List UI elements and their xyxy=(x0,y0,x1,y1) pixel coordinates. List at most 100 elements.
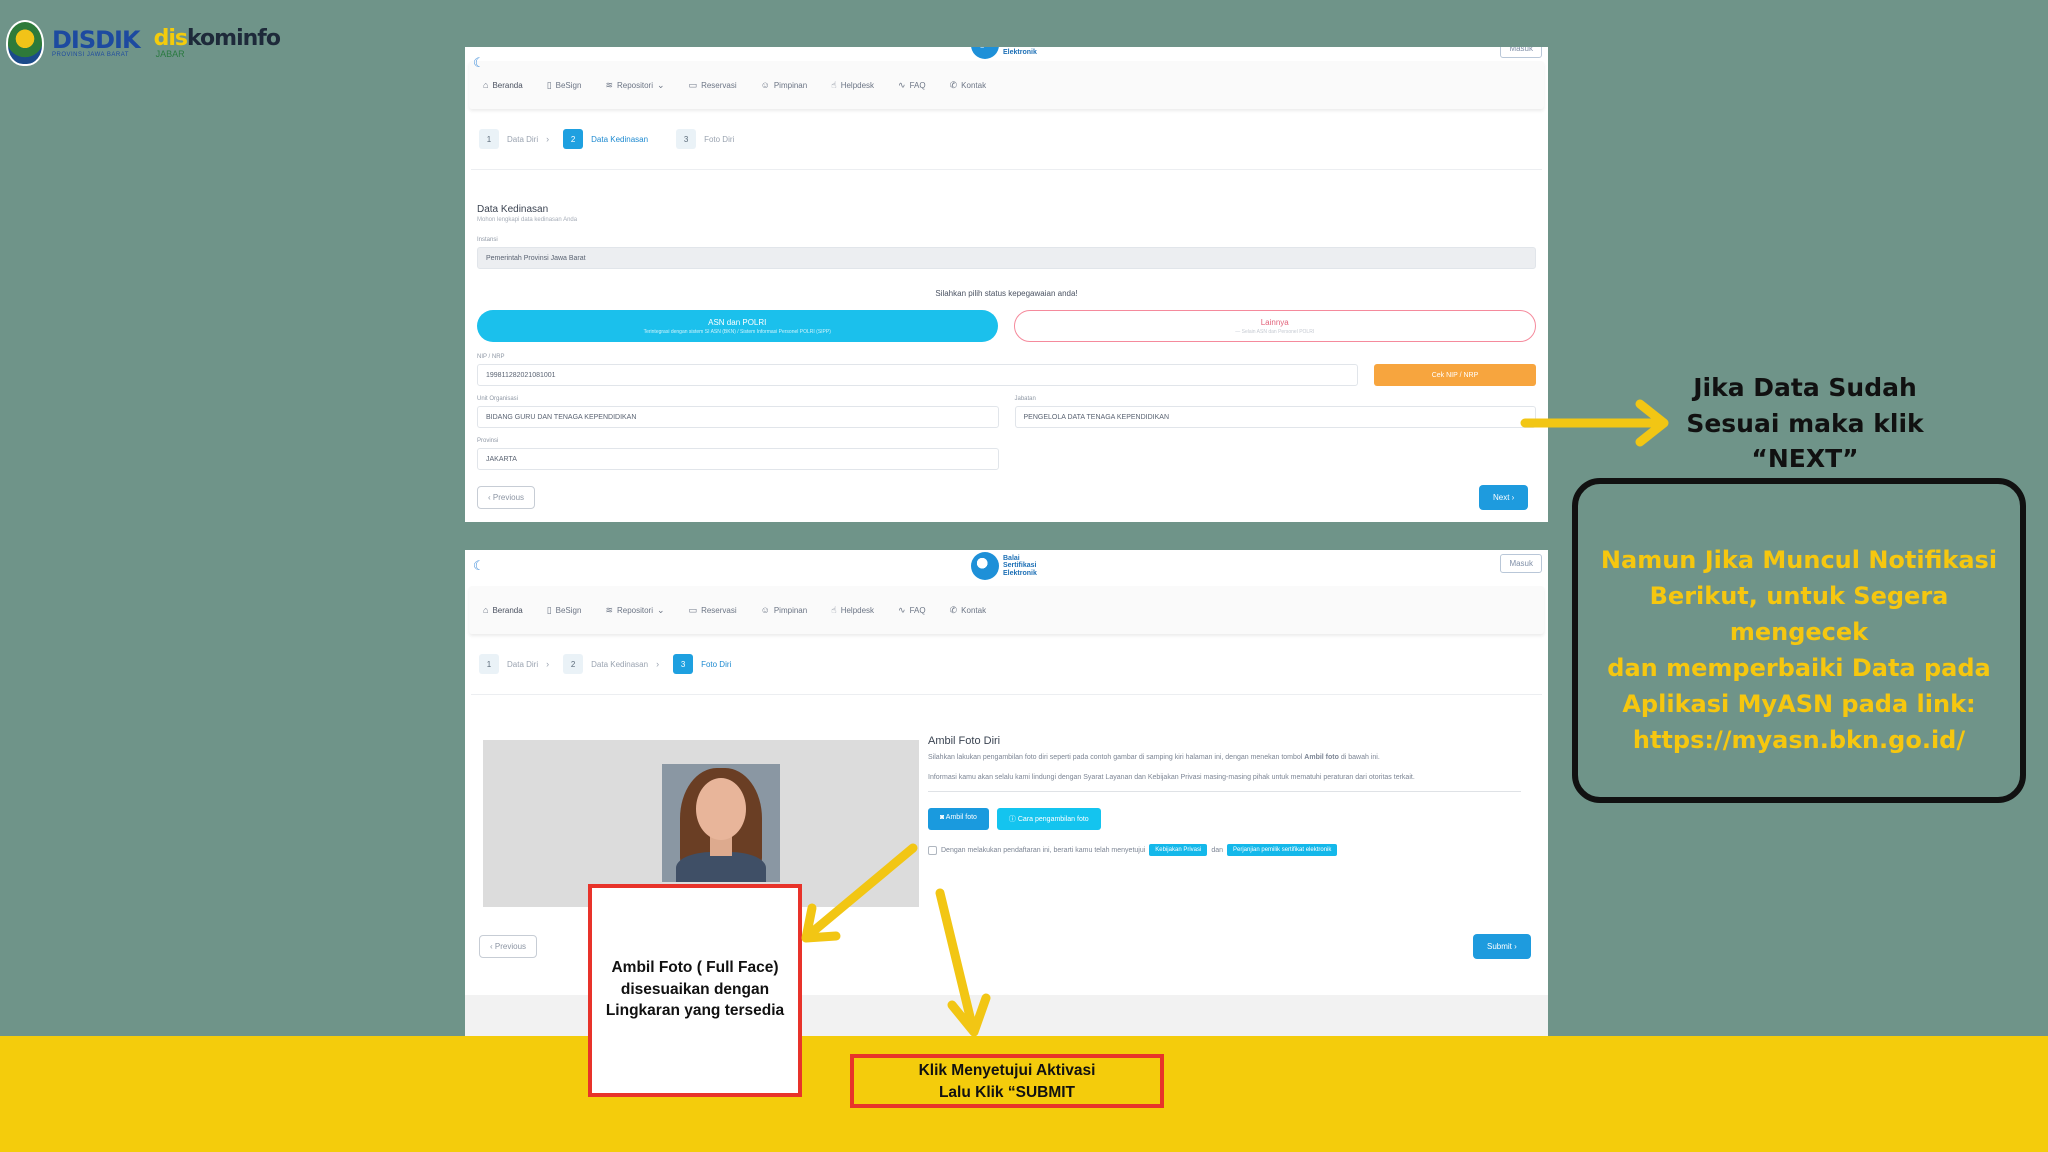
provinsi-column: Provinsi JAKARTA xyxy=(477,428,999,470)
step-number: 2 xyxy=(563,654,584,674)
logo-group: DISDIK PROVINSI JAWA BARAT diskominfo JA… xyxy=(6,20,281,66)
nav-item-beranda[interactable]: ⌂ Beranda xyxy=(483,80,523,90)
nav-label: Pimpinan xyxy=(773,80,808,90)
step-foto-diri[interactable]: 3 Foto Diri xyxy=(676,129,734,149)
instansi-label: Instansi xyxy=(477,237,498,243)
foto-instructions: Ambil Foto Diri Silahkan lakukan pengamb… xyxy=(928,735,1521,857)
theme-toggle-moon-icon[interactable]: ☾ xyxy=(473,558,485,574)
myasn-link[interactable]: https://myasn.bkn.go.id/ xyxy=(1578,722,2020,758)
brand-line-2: Sertifikasi xyxy=(1003,562,1037,570)
photo-guide-button[interactable]: ⓘ Cara pengambilan foto xyxy=(996,808,1101,831)
nav-item-helpdesk[interactable]: ☝ Helpdesk xyxy=(831,605,874,616)
jabatan-field[interactable]: PENGELOLA DATA TENAGA KEPENDIDIKAN xyxy=(1014,406,1536,428)
notification-line-2: Berikut, untuk Segera mengecek xyxy=(1649,582,1949,646)
step-number: 1 xyxy=(479,654,499,674)
unit-field[interactable]: BIDANG GURU DAN TENAGA KEPENDIDIKAN xyxy=(477,406,999,428)
home-icon: ⌂ xyxy=(483,80,489,90)
nav-label: Helpdesk xyxy=(840,80,875,90)
nav-label: BeSign xyxy=(555,80,582,90)
next-instruction: Jika Data Sudah Sesuai maka klik “NEXT” xyxy=(1640,370,1970,477)
submit-button[interactable]: Submit › xyxy=(1473,934,1531,959)
step-foto-diri[interactable]: 3 Foto Diri xyxy=(673,654,731,674)
nav-item-faq[interactable]: ∿ FAQ xyxy=(898,80,926,91)
status-lainnya-button[interactable]: Lainnya — Selain ASN dan Personel POLRI xyxy=(1013,310,1536,342)
brand-line-1: Balai xyxy=(1003,554,1020,562)
nav-label: Repositori xyxy=(616,605,653,615)
diskominfo-logo: diskominfo JABAR xyxy=(154,27,281,59)
step-label: Data Diri xyxy=(507,659,539,669)
certificate-agreement-link[interactable]: Perjanjian pemilik sertifikat elektronik xyxy=(1227,844,1338,857)
nav-item-repositori[interactable]: ≋ Repositori ⌄ xyxy=(605,80,664,91)
nav-item-helpdesk[interactable]: ☝ Helpdesk xyxy=(831,80,874,91)
next-instruction-line-1: Jika Data Sudah xyxy=(1693,373,1917,402)
nav-label: Helpdesk xyxy=(840,605,875,615)
diskominfo-wordmark: diskominfo xyxy=(154,27,281,50)
nav-item-repositori[interactable]: ≋ Repositori ⌄ xyxy=(605,605,664,616)
privacy-policy-link[interactable]: Kebijakan Privasi xyxy=(1149,844,1208,857)
nav-label: Reservasi xyxy=(701,605,737,615)
status-asn-polri-button[interactable]: ASN dan POLRI Terintegrasi dengan sistem… xyxy=(477,310,998,342)
login-button[interactable]: Masuk xyxy=(1500,554,1542,573)
section-title: Data Kedinasan xyxy=(477,204,549,215)
bsre-brand-text: Balai Sertifikasi Elektronik xyxy=(1003,555,1037,577)
nav-label: Kontak xyxy=(961,80,987,90)
bsre-brand-text: Balai Sertifikasi Elektronik xyxy=(1003,47,1037,56)
consent-text: Dengan melakukan pendaftaran ini, berart… xyxy=(941,846,1146,854)
photo-callout-line-1: Ambil Foto ( Full Face) xyxy=(611,959,779,976)
foto-paragraph-1-text: Silahkan lakukan pengambilan foto diri s… xyxy=(928,754,1305,761)
photo-callout-text: Ambil Foto ( Full Face) disesuaikan deng… xyxy=(588,957,802,1022)
photo-shirt xyxy=(676,852,766,882)
consent-and: dan xyxy=(1211,846,1224,854)
document-icon: ▯ xyxy=(546,604,552,615)
nip-input[interactable]: 199811282021081001 xyxy=(477,364,1358,386)
nav-item-reservasi[interactable]: ▭ Reservasi xyxy=(689,80,737,91)
notification-line-3: dan memperbaiki Data pada xyxy=(1607,654,1991,682)
activity-icon: ∿ xyxy=(898,79,906,90)
nav-item-reservasi[interactable]: ▭ Reservasi xyxy=(689,605,737,616)
chevron-right-icon: › xyxy=(656,659,660,669)
step-data-diri[interactable]: 1 Data Diri › xyxy=(479,654,549,674)
nav-item-faq[interactable]: ∿ FAQ xyxy=(898,605,926,616)
step-data-kedinasan[interactable]: 2 Data Kedinasan › xyxy=(563,654,659,674)
document-icon: ▯ xyxy=(546,79,552,90)
bsre-brand: Balai Sertifikasi Elektronik xyxy=(971,552,1037,580)
provinsi-label: Provinsi xyxy=(477,438,499,444)
nav-item-kontak[interactable]: ✆ Kontak xyxy=(950,80,986,91)
nav-label: Kontak xyxy=(961,605,987,615)
calendar-icon: ▭ xyxy=(688,604,698,615)
nav-item-pimpinan[interactable]: ☺ Pimpinan xyxy=(761,605,808,615)
previous-button[interactable]: ‹ Previous xyxy=(479,935,538,958)
camera-preview xyxy=(483,740,919,907)
check-nip-button[interactable]: Cek NIP / NRP xyxy=(1374,364,1536,386)
status-options: ASN dan POLRI Terintegrasi dengan sistem… xyxy=(477,310,1536,342)
foto-paragraph-1-bold: Ambil foto xyxy=(1304,754,1339,761)
consent-checkbox[interactable] xyxy=(928,845,937,855)
main-navbar: ⌂ Beranda ▯ BeSign ≋ Repositori ⌄ ▭ Reservasi… xyxy=(469,61,1544,109)
jabar-emblem-icon xyxy=(6,20,44,66)
theme-toggle-moon-icon[interactable]: ☾ xyxy=(473,55,485,71)
login-button[interactable]: Masuk xyxy=(1500,47,1542,58)
nav-item-besign[interactable]: ▯ BeSign xyxy=(547,605,582,616)
nav-item-besign[interactable]: ▯ BeSign xyxy=(547,80,582,91)
jabatan-column: Jabatan PENGELOLA DATA TENAGA KEPENDIDIK… xyxy=(1014,386,1536,428)
layers-icon: ≋ xyxy=(605,604,613,615)
stepper: 1 Data Diri › 2 Data Kedinasan 3 Foto Diri xyxy=(465,109,1548,169)
nav-item-kontak[interactable]: ✆ Kontak xyxy=(950,605,986,616)
take-photo-label: Ambil foto xyxy=(945,814,977,822)
notification-line-1: Namun Jika Muncul Notifikasi xyxy=(1600,546,1998,574)
status-asn-title: ASN dan POLRI xyxy=(708,317,767,327)
nav-item-beranda[interactable]: ⌂ Beranda xyxy=(483,605,523,615)
chevron-right-icon: › xyxy=(546,134,550,144)
previous-button[interactable]: ‹ Previous xyxy=(477,486,536,509)
photo-face xyxy=(696,778,746,840)
stepper: 1 Data Diri › 2 Data Kedinasan › 3 Foto Diri xyxy=(465,634,1548,694)
next-button[interactable]: Next › xyxy=(1479,485,1529,510)
chevron-down-icon: ⌄ xyxy=(657,79,665,90)
step-data-diri[interactable]: 1 Data Diri › xyxy=(479,129,549,149)
take-photo-button[interactable]: ◙ Ambil foto xyxy=(928,808,989,831)
provinsi-field[interactable]: JAKARTA xyxy=(477,448,999,470)
divider xyxy=(471,169,1542,170)
nav-item-pimpinan[interactable]: ☺ Pimpinan xyxy=(761,80,808,90)
step-data-kedinasan[interactable]: 2 Data Kedinasan xyxy=(563,129,648,149)
layers-icon: ≋ xyxy=(605,79,613,90)
